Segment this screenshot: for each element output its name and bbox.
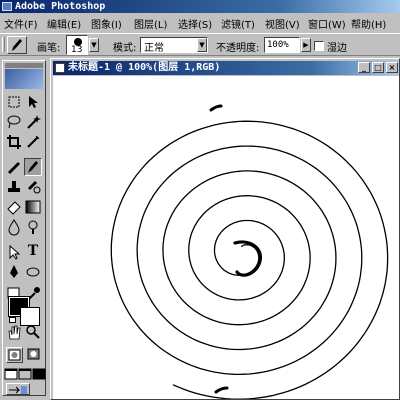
screen-mode-standard-icon[interactable] (4, 367, 18, 381)
marquee-icon[interactable] (5, 93, 23, 111)
app-title: Adobe Photoshop (15, 1, 106, 12)
wet-edges-label: 湿边 (327, 43, 347, 54)
photoshop-eye-logo-icon[interactable] (5, 69, 43, 89)
toolbox-header[interactable] (5, 63, 43, 68)
document-title: 未标题-1 @ 100%(图层 1,RGB) (68, 62, 221, 73)
path-select-icon[interactable] (5, 243, 23, 261)
opacity-value: 100% (267, 40, 289, 50)
screen-mode-full-icon[interactable] (32, 367, 46, 381)
standard-mode-icon[interactable] (6, 347, 23, 363)
document-titlebar[interactable]: 未标题-1 @ 100%(图层 1,RGB) _ □ × (53, 61, 399, 75)
brush-label: 画笔: (37, 43, 61, 54)
move-icon[interactable] (24, 93, 42, 111)
brush-dropdown-button[interactable]: ▼ (89, 38, 99, 52)
tool-preset-button[interactable] (7, 36, 27, 54)
shape-icon[interactable] (24, 263, 42, 281)
brush-tool-icon[interactable] (24, 158, 42, 176)
history-brush-icon[interactable] (24, 178, 42, 196)
canvas[interactable] (53, 76, 399, 399)
menu-window[interactable]: 窗口(W) (308, 16, 346, 31)
opacity-label: 不透明度: (216, 43, 260, 54)
menu-file[interactable]: 文件(F) (4, 16, 38, 31)
dodge-icon[interactable] (24, 218, 42, 236)
screen-mode-menubar-icon[interactable] (18, 367, 32, 381)
wet-edges-checkbox[interactable] (314, 41, 324, 51)
clone-stamp-icon[interactable] (5, 178, 23, 196)
gradient-icon[interactable] (24, 198, 42, 216)
options-bar: 画笔: 13 ▼ 模式: 正常 ▼ 不透明度: 100% ▶ 湿边 (0, 33, 400, 56)
mode-value: 正常 (144, 43, 164, 54)
crop-icon[interactable] (5, 133, 23, 151)
opacity-field[interactable]: 100% (264, 37, 300, 53)
photoshop-logo-icon (2, 2, 12, 11)
options-bar-grip[interactable] (2, 37, 5, 52)
menu-view[interactable]: 视图(V) (265, 16, 300, 31)
app-titlebar: Adobe Photoshop (0, 0, 400, 13)
jump-to-imageready-icon[interactable] (6, 383, 30, 395)
menu-help[interactable]: 帮助(H) (351, 16, 386, 31)
menu-select[interactable]: 选择(S) (178, 16, 212, 31)
slice-icon[interactable] (24, 133, 42, 151)
menu-image[interactable]: 图象(I) (91, 16, 122, 31)
chevron-down-icon[interactable]: ▼ (197, 38, 207, 52)
default-colors-icon[interactable] (9, 317, 16, 323)
magic-wand-icon[interactable] (24, 113, 42, 131)
menu-edit[interactable]: 编辑(E) (47, 16, 81, 31)
spiral-stroke (110, 104, 389, 399)
blur-icon[interactable] (5, 218, 23, 236)
brush-icon (12, 39, 22, 51)
maximize-button[interactable]: □ (372, 62, 384, 73)
document-window: 未标题-1 @ 100%(图层 1,RGB) _ □ × (50, 58, 400, 400)
quick-mask-icon[interactable] (25, 347, 42, 363)
mode-select[interactable]: 正常 ▼ (140, 37, 208, 54)
brush-preview[interactable]: 13 (66, 35, 88, 55)
minimize-button[interactable]: _ (358, 62, 370, 73)
close-button[interactable]: × (386, 62, 398, 73)
opacity-slider-button[interactable]: ▶ (301, 38, 311, 52)
document-icon (55, 63, 65, 73)
healing-icon[interactable] (5, 158, 23, 176)
menu-layer[interactable]: 图层(L) (134, 16, 167, 31)
brush-size: 13 (71, 45, 83, 55)
menu-bar: 文件(F) 编辑(E) 图象(I) 图层(L) 选择(S) 滤镜(T) 视图(V… (0, 13, 400, 32)
mode-label: 模式: (113, 43, 137, 54)
background-color-swatch[interactable] (20, 307, 40, 326)
eraser-icon[interactable] (5, 198, 23, 216)
type-icon[interactable]: T (24, 243, 42, 261)
toolbox: T (2, 60, 46, 396)
menu-filter[interactable]: 滤镜(T) (221, 16, 255, 31)
pen-icon[interactable] (5, 263, 23, 281)
lasso-icon[interactable] (5, 113, 23, 131)
